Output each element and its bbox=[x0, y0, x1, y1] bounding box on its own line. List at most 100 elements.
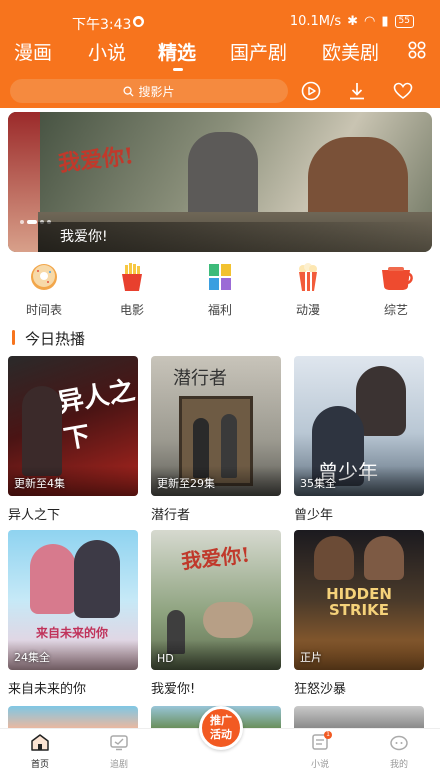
shortcut-label: 综艺 bbox=[383, 303, 408, 317]
notification-dot: 1 bbox=[324, 731, 332, 739]
poster-figure bbox=[364, 536, 404, 580]
video-thumbnail: 潜行者 更新至29集 bbox=[151, 356, 281, 496]
nav-profile[interactable]: 我的 bbox=[369, 733, 429, 770]
tv-icon bbox=[110, 735, 128, 751]
shortcut-anime[interactable]: 动漫 bbox=[273, 262, 343, 318]
video-card-peek[interactable] bbox=[8, 706, 138, 728]
poster-figure bbox=[22, 386, 62, 476]
nav-follow[interactable]: 追剧 bbox=[89, 733, 149, 770]
episode-badge: 更新至29集 bbox=[157, 477, 215, 490]
episode-badge: 更新至4集 bbox=[14, 477, 65, 490]
bluetooth-icon: ✱ bbox=[347, 14, 359, 29]
poster-figure bbox=[314, 536, 354, 580]
nav-label: 我的 bbox=[389, 760, 408, 770]
tab-domestic-drama[interactable]: 国产剧 bbox=[230, 38, 287, 65]
video-title: 异人之下 bbox=[8, 508, 61, 523]
category-shortcuts: 时间表 电影 福利 动漫 综艺 bbox=[0, 262, 440, 322]
promo-line1: 推广 bbox=[210, 714, 232, 727]
promo-activity-button[interactable]: 推广 活动 bbox=[199, 706, 243, 750]
tab-manhua[interactable]: 漫画 bbox=[14, 38, 52, 65]
nav-label: 小说 bbox=[310, 760, 329, 770]
poster-elephant bbox=[203, 602, 253, 638]
profile-icon bbox=[390, 735, 408, 751]
home-icon bbox=[31, 734, 49, 751]
shortcut-label: 电影 bbox=[119, 303, 144, 317]
wifi-icon: ◠ bbox=[364, 14, 376, 29]
grid-menu-icon[interactable] bbox=[408, 41, 426, 59]
video-thumbnail: 曾少年 35集全 bbox=[294, 356, 424, 496]
teapot-icon bbox=[382, 267, 413, 290]
tab-novel[interactable]: 小说 bbox=[88, 38, 126, 65]
tab-featured[interactable]: 精选 bbox=[158, 38, 196, 71]
video-title: 曾少年 bbox=[294, 508, 334, 523]
section-accent-bar bbox=[12, 330, 15, 345]
poster-text: HIDDEN STRIKE bbox=[326, 585, 392, 619]
video-thumbnail: 异人之下 更新至4集 bbox=[8, 356, 138, 496]
video-card[interactable]: 来自未来的你 24集全 来自未来的你 bbox=[8, 530, 138, 697]
record-indicator-icon: ● bbox=[133, 16, 144, 27]
poster-text: 潜行者 bbox=[173, 368, 227, 389]
video-thumbnail: HIDDEN STRIKE 正片 bbox=[294, 530, 424, 670]
banner-prev-peek bbox=[8, 112, 40, 252]
fries-icon bbox=[122, 263, 142, 291]
video-title: 狂怒沙暴 bbox=[294, 682, 347, 697]
poster-text: 异人之下 bbox=[55, 375, 138, 456]
top-header: 下午3:43 ● 10.1M/s ✱ ◠ ▮ 55 漫画 小说 精选 国产剧 欧… bbox=[0, 0, 440, 108]
poster-figure bbox=[74, 540, 120, 618]
tab-western-drama[interactable]: 欧美剧 bbox=[322, 38, 379, 65]
shortcut-label: 时间表 bbox=[25, 303, 62, 317]
search-icon bbox=[123, 85, 135, 97]
shortcut-variety[interactable]: 综艺 bbox=[361, 262, 431, 318]
video-card[interactable]: 我爱你! HD 我爱你! bbox=[151, 530, 281, 697]
video-title: 我爱你! bbox=[151, 682, 196, 697]
type-badge: 正片 bbox=[300, 651, 322, 664]
video-card[interactable]: 异人之下 更新至4集 异人之下 bbox=[8, 356, 138, 523]
video-title: 来自未来的你 bbox=[8, 682, 87, 697]
shortcut-welfare[interactable]: 福利 bbox=[185, 262, 255, 318]
network-speed: 10.1M/s bbox=[289, 14, 342, 29]
quality-badge: HD bbox=[157, 652, 174, 665]
poster-figure bbox=[356, 366, 406, 436]
download-icon[interactable] bbox=[346, 80, 368, 102]
nav-novel[interactable]: 1 小说 bbox=[290, 731, 350, 770]
video-title: 潜行者 bbox=[151, 508, 191, 523]
favorite-heart-icon[interactable] bbox=[392, 80, 414, 102]
banner-caption: 我爱你! bbox=[38, 222, 432, 252]
donut-icon bbox=[31, 264, 57, 290]
popcorn-icon bbox=[299, 263, 317, 291]
status-right: 10.1M/s ✱ ◠ ▮ 55 bbox=[290, 14, 414, 29]
carousel-dot-active bbox=[27, 220, 37, 224]
video-card[interactable]: 曾少年 35集全 曾少年 bbox=[294, 356, 424, 523]
episode-badge: 35集全 bbox=[300, 477, 336, 490]
shortcut-movie[interactable]: 电影 bbox=[97, 262, 167, 318]
search-bar[interactable]: 搜影片 bbox=[10, 79, 288, 103]
featured-banner[interactable]: 我爱你! 我爱你! bbox=[8, 112, 432, 252]
category-tabs: 漫画 小说 精选 国产剧 欧美剧 bbox=[0, 38, 440, 72]
nav-label: 首页 bbox=[30, 760, 49, 770]
video-card-peek[interactable] bbox=[294, 706, 424, 728]
carousel-dot bbox=[20, 220, 24, 224]
video-card[interactable]: HIDDEN STRIKE 正片 狂怒沙暴 bbox=[294, 530, 424, 697]
battery-icon: 55 bbox=[394, 15, 414, 28]
shortcut-schedule[interactable]: 时间表 bbox=[9, 262, 79, 318]
search-placeholder: 搜影片 bbox=[138, 84, 175, 99]
status-bar: 下午3:43 ● 10.1M/s ✱ ◠ ▮ 55 bbox=[0, 0, 440, 33]
play-history-icon[interactable] bbox=[300, 80, 322, 102]
poster-text: 我爱你! bbox=[180, 542, 252, 574]
promo-line2: 活动 bbox=[210, 728, 232, 741]
nav-label: 追剧 bbox=[109, 760, 128, 770]
banner-poster-text: 我爱你! bbox=[57, 143, 136, 177]
poster-text: 来自未来的你 bbox=[36, 626, 109, 640]
nav-home[interactable]: 首页 bbox=[10, 733, 70, 770]
video-card[interactable]: 潜行者 更新至29集 潜行者 bbox=[151, 356, 281, 523]
gift-grid-icon bbox=[209, 264, 231, 290]
episode-badge: 24集全 bbox=[14, 651, 50, 664]
shortcut-label: 动漫 bbox=[295, 303, 320, 317]
signal-icon: ▮ bbox=[381, 14, 389, 29]
section-title: 今日热播 bbox=[25, 330, 86, 348]
status-time: 下午3:43 bbox=[72, 17, 132, 33]
shortcut-label: 福利 bbox=[207, 303, 232, 317]
video-thumbnail: 来自未来的你 24集全 bbox=[8, 530, 138, 670]
poster-figure bbox=[30, 544, 76, 614]
video-thumbnail: 我爱你! HD bbox=[151, 530, 281, 670]
